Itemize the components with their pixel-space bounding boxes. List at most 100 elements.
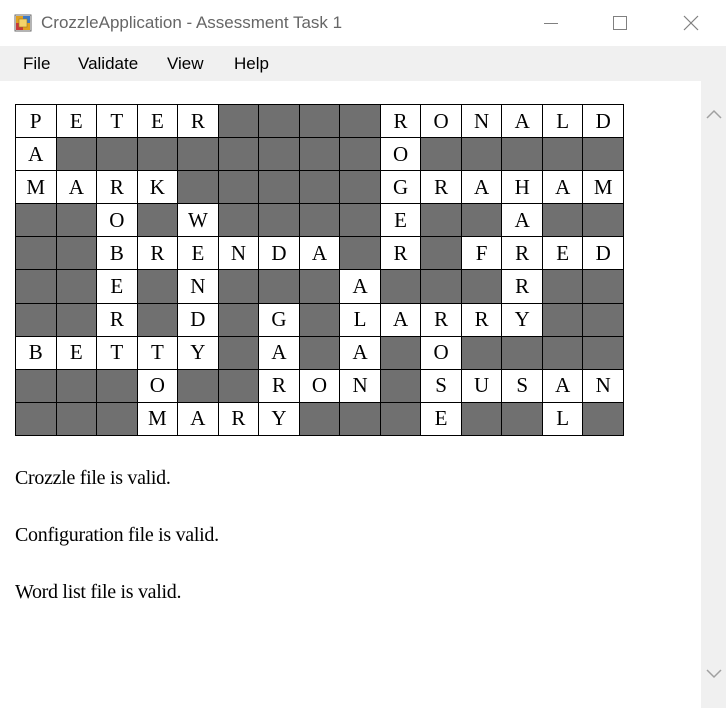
grid-cell-blank <box>16 204 56 237</box>
grid-cell-blank <box>218 138 259 171</box>
grid-cell-blank <box>137 204 178 237</box>
grid-cell-letter: A <box>178 402 218 435</box>
grid-cell-letter: R <box>178 105 218 138</box>
grid-cell-blank <box>299 336 340 369</box>
grid-cell-letter: W <box>178 204 218 237</box>
grid-cell-letter: N <box>583 369 623 402</box>
grid-cell-letter: O <box>97 204 137 237</box>
grid-cell-blank <box>259 204 299 237</box>
grid-cell-blank <box>542 303 583 336</box>
grid-cell-blank <box>137 303 178 336</box>
grid-cell-letter: R <box>137 237 178 270</box>
grid-cell-blank <box>583 402 623 435</box>
menu-help[interactable]: Help <box>234 46 269 81</box>
grid-cell-blank <box>56 303 97 336</box>
grid-cell-blank <box>56 402 97 435</box>
grid-cell-letter: A <box>542 369 583 402</box>
scroll-up-button[interactable] <box>701 99 726 129</box>
menu-validate[interactable]: Validate <box>78 46 138 81</box>
grid-cell-blank <box>340 402 380 435</box>
grid-cell-letter: A <box>380 303 421 336</box>
grid-cell-blank <box>56 237 97 270</box>
grid-cell-blank <box>502 138 542 171</box>
grid-cell-blank <box>380 369 421 402</box>
grid-cell-blank <box>340 204 380 237</box>
grid-cell-blank <box>97 138 137 171</box>
grid-cell-letter: S <box>502 369 542 402</box>
wordlist-status: Word list file is valid. <box>15 581 182 603</box>
grid-cell-letter: R <box>97 171 137 204</box>
grid-cell-letter: N <box>461 105 502 138</box>
grid-cell-letter: B <box>97 237 137 270</box>
grid-cell-letter: A <box>461 171 502 204</box>
grid-cell-letter: G <box>259 303 299 336</box>
grid-cell-letter: K <box>137 171 178 204</box>
grid-cell-blank <box>542 336 583 369</box>
grid-cell-blank <box>380 270 421 303</box>
grid-cell-blank <box>583 303 623 336</box>
grid-cell-blank <box>461 336 502 369</box>
grid-cell-blank <box>340 138 380 171</box>
grid-cell-blank <box>421 270 461 303</box>
grid-cell-letter: N <box>218 237 259 270</box>
title-bar[interactable]: CrozzleApplication - Assessment Task 1 <box>0 0 726 46</box>
grid-cell-blank <box>16 237 56 270</box>
grid-cell-blank <box>259 171 299 204</box>
grid-cell-blank <box>259 105 299 138</box>
grid-cell-blank <box>97 402 137 435</box>
grid-cell-blank <box>299 270 340 303</box>
grid-cell-blank <box>16 303 56 336</box>
grid-cell-blank <box>56 138 97 171</box>
grid-cell-letter: O <box>137 369 178 402</box>
grid-cell-blank <box>299 402 340 435</box>
grid-cell-letter: L <box>340 303 380 336</box>
grid-cell-letter: P <box>16 105 56 138</box>
maximize-button[interactable] <box>597 0 643 46</box>
grid-cell-blank <box>299 105 340 138</box>
grid-cell-blank <box>137 138 178 171</box>
grid-cell-letter: M <box>583 171 623 204</box>
grid-cell-letter: O <box>380 138 421 171</box>
grid-cell-blank <box>380 402 421 435</box>
menu-file[interactable]: File <box>23 46 50 81</box>
grid-cell-blank <box>218 369 259 402</box>
grid-cell-letter: G <box>380 171 421 204</box>
close-icon <box>683 15 699 31</box>
grid-cell-letter: F <box>461 237 502 270</box>
menu-view[interactable]: View <box>167 46 204 81</box>
grid-cell-letter: R <box>380 105 421 138</box>
grid-cell-blank <box>340 105 380 138</box>
grid-cell-letter: R <box>421 303 461 336</box>
grid-cell-letter: A <box>340 336 380 369</box>
grid-cell-letter: T <box>97 105 137 138</box>
grid-cell-letter: E <box>97 270 137 303</box>
close-button[interactable] <box>668 0 714 46</box>
grid-cell-blank <box>461 138 502 171</box>
grid-cell-letter: O <box>421 105 461 138</box>
grid-cell-blank <box>421 138 461 171</box>
grid-cell-letter: R <box>461 303 502 336</box>
grid-cell-letter: D <box>178 303 218 336</box>
vertical-scrollbar[interactable] <box>701 81 726 708</box>
grid-cell-letter: T <box>97 336 137 369</box>
grid-cell-letter: D <box>259 237 299 270</box>
grid-cell-letter: H <box>502 171 542 204</box>
crozzle-status: Crozzle file is valid. <box>15 467 171 489</box>
minimize-button[interactable] <box>528 0 574 46</box>
grid-cell-blank <box>218 336 259 369</box>
grid-cell-letter: E <box>137 105 178 138</box>
scroll-down-button[interactable] <box>701 659 726 689</box>
grid-cell-blank <box>178 369 218 402</box>
grid-cell-blank <box>583 138 623 171</box>
grid-cell-blank <box>16 402 56 435</box>
grid-cell-blank <box>259 270 299 303</box>
grid-cell-letter: A <box>259 336 299 369</box>
grid-cell-letter: E <box>178 237 218 270</box>
grid-cell-blank <box>218 204 259 237</box>
grid-cell-letter: E <box>56 336 97 369</box>
grid-cell-letter: R <box>502 237 542 270</box>
grid-cell-blank <box>299 204 340 237</box>
grid-cell-blank <box>583 204 623 237</box>
grid-cell-letter: R <box>97 303 137 336</box>
grid-cell-letter: Y <box>259 402 299 435</box>
